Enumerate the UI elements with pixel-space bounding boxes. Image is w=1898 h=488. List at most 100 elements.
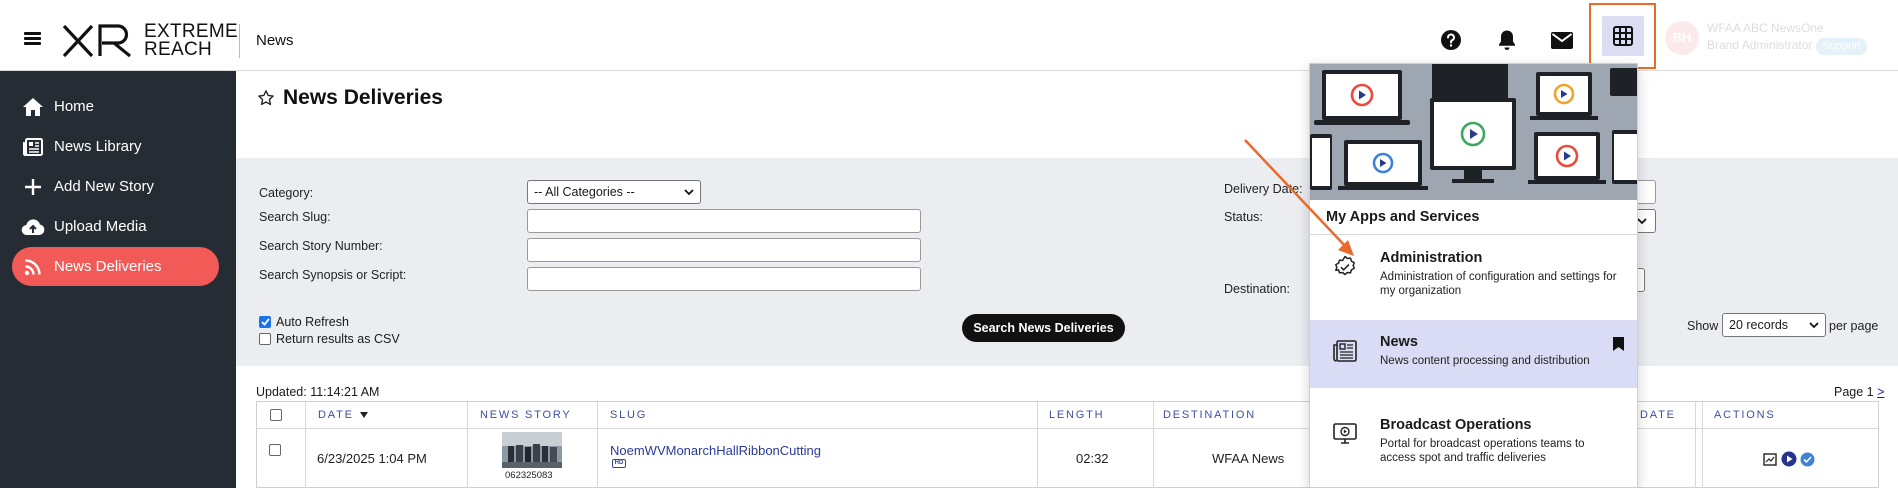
plus-icon [21, 175, 45, 199]
chevron-down-icon [684, 188, 694, 195]
category-select[interactable]: -- All Categories -- [527, 180, 701, 204]
next-page-link[interactable]: > [1877, 385, 1884, 399]
app-item-broadcast-operations[interactable]: Broadcast Operations Portal for broadcas… [1310, 403, 1637, 471]
row-length: 02:32 [1076, 451, 1109, 466]
home-icon [21, 95, 45, 119]
sidebar-item-upload-media[interactable]: Upload Media [12, 207, 219, 246]
row-date: 6/23/2025 1:04 PM [317, 451, 427, 466]
search-synopsis-input[interactable] [527, 267, 921, 291]
page-number: Page 1 [1834, 385, 1874, 399]
bookmark-icon[interactable] [1613, 337, 1624, 356]
app-description: Administration of configuration and sett… [1380, 271, 1617, 297]
app-name: Administration [1380, 250, 1483, 266]
apps-hero-image [1310, 64, 1637, 200]
chevron-down-icon [1809, 321, 1819, 328]
app-description: News content processing and distribution [1380, 355, 1590, 367]
auto-refresh-checkbox[interactable]: Auto Refresh [259, 315, 349, 329]
search-story-number-input[interactable] [527, 238, 921, 262]
star-icon[interactable] [257, 89, 275, 107]
story-number: 062325083 [505, 470, 553, 481]
sidebar-item-label: Upload Media [54, 218, 147, 235]
status-label: Status: [1224, 210, 1263, 224]
newspaper-icon [21, 135, 45, 159]
pagination: Page 1 > [1834, 385, 1884, 399]
app-item-administration[interactable]: Administration Administration of configu… [1310, 236, 1637, 304]
row-slug-link[interactable]: NoemWVMonarchHallRibbonCutting [610, 443, 821, 458]
sidebar-item-label: News Library [54, 138, 142, 155]
column-header-news-story[interactable]: NEWS STORY [480, 402, 572, 428]
column-header-actions[interactable]: ACTIONS [1714, 402, 1776, 428]
newspaper-icon [1332, 338, 1358, 364]
apps-panel-title: My Apps and Services [1326, 209, 1480, 225]
sidebar-item-label: News Deliveries [54, 258, 162, 275]
row-checkbox[interactable] [269, 444, 281, 456]
chevron-down-icon [1637, 217, 1647, 224]
column-header-slug[interactable]: SLUG [610, 402, 647, 428]
header-divider [239, 24, 240, 58]
updated-timestamp: Updated: 11:14:21 AM [256, 385, 380, 399]
sidebar-item-label: Home [54, 98, 95, 115]
show-label: Show [1687, 319, 1719, 333]
logo-text-line2: REACH [144, 39, 213, 60]
monitor-icon [1332, 421, 1358, 447]
app-item-news[interactable]: News News content processing and distrib… [1310, 320, 1637, 388]
story-thumbnail[interactable] [502, 432, 562, 468]
column-header-date[interactable]: DATE [318, 402, 368, 428]
search-slug-label: Search Slug: [259, 210, 331, 224]
search-synopsis-label: Search Synopsis or Script: [259, 268, 407, 282]
app-description: Portal for broadcast operations teams to… [1380, 438, 1585, 464]
check-action-icon[interactable] [1800, 452, 1815, 467]
search-story-number-label: Search Story Number: [259, 239, 383, 253]
page-title: News Deliveries [283, 86, 443, 109]
sidebar-item-add-new-story[interactable]: Add New Story [12, 167, 219, 206]
apps-dropdown-panel: My Apps and Services Administration Admi… [1309, 63, 1638, 488]
xr-logo-mark [62, 24, 132, 58]
per-page-label: per page [1829, 319, 1879, 333]
column-header-date-2[interactable]: DATE [1640, 402, 1676, 428]
top-bar: EXTREME REACH News BH WFAA ABC NewsOne B… [0, 0, 1898, 71]
checkbox-empty-icon [259, 333, 271, 345]
user-name: WFAA ABC NewsOne [1707, 21, 1824, 35]
page-title-area: News Deliveries [257, 86, 443, 110]
rss-icon [21, 255, 45, 279]
row-destination: WFAA News [1212, 451, 1285, 466]
sidebar-item-news-deliveries[interactable]: News Deliveries [12, 247, 219, 286]
row-actions [1763, 451, 1815, 467]
apps-grid-icon [1601, 16, 1644, 56]
select-all-checkbox[interactable] [270, 409, 282, 421]
help-icon[interactable] [1433, 24, 1469, 56]
auto-refresh-label: Auto Refresh [276, 315, 349, 329]
column-header-length[interactable]: LENGTH [1049, 402, 1104, 428]
app-name: News [1380, 334, 1418, 350]
hamburger-menu-icon[interactable] [24, 32, 41, 45]
destination-label: Destination: [1224, 282, 1291, 296]
csv-label: Return results as CSV [276, 332, 400, 346]
category-label: Category: [259, 186, 314, 200]
apps-grid-button[interactable] [1589, 3, 1656, 69]
cloud-upload-icon [21, 215, 45, 239]
image-action-icon[interactable] [1763, 452, 1778, 466]
gear-badge-icon [1332, 254, 1358, 280]
csv-checkbox[interactable]: Return results as CSV [259, 332, 400, 346]
sidebar-item-label: Add New Story [54, 178, 155, 195]
checkbox-checked-icon [259, 316, 271, 328]
mail-icon[interactable] [1544, 24, 1580, 56]
sidebar-item-news-library[interactable]: News Library [12, 127, 219, 166]
search-news-deliveries-button[interactable]: Search News Deliveries [962, 314, 1125, 342]
extreme-reach-logo[interactable]: EXTREME REACH [62, 21, 238, 61]
search-slug-input[interactable] [527, 209, 921, 233]
delivery-date-label: Delivery Date: [1224, 182, 1303, 196]
bell-icon[interactable] [1489, 24, 1525, 56]
user-badge: Support [1816, 38, 1867, 55]
app-name: Broadcast Operations [1380, 417, 1532, 433]
column-header-destination[interactable]: DESTINATION [1163, 402, 1256, 428]
sort-down-icon [359, 412, 368, 418]
user-role: Brand Administrator [1707, 38, 1813, 52]
avatar: BH [1665, 20, 1699, 55]
user-profile[interactable]: BH WFAA ABC NewsOne Brand Administrator S… [1665, 20, 1867, 55]
hd-badge: HD [612, 459, 626, 468]
breadcrumb[interactable]: News [256, 32, 294, 49]
records-per-page-select[interactable]: 20 records [1722, 313, 1826, 337]
play-action-icon[interactable] [1781, 451, 1797, 467]
sidebar-item-home[interactable]: Home [12, 87, 219, 126]
